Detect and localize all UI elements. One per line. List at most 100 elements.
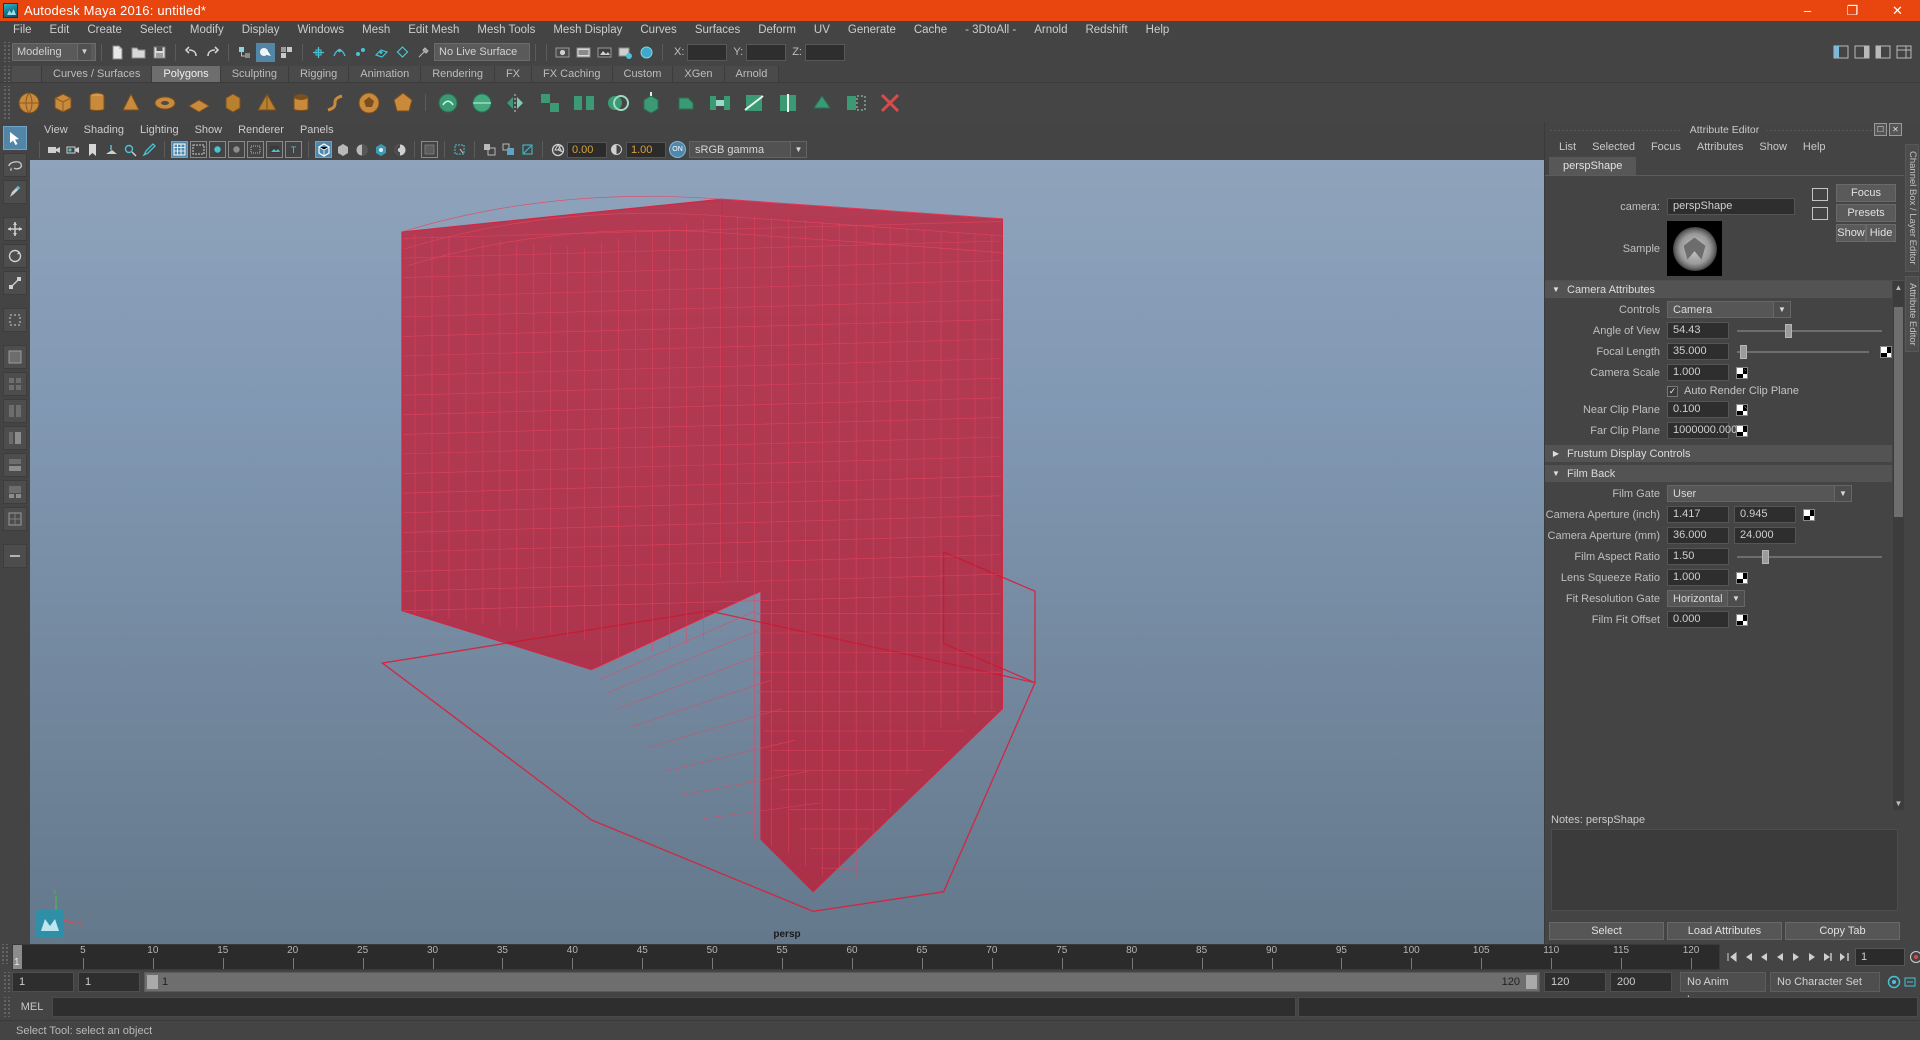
hide-button[interactable]: Hide bbox=[1866, 224, 1896, 242]
menu-mesh-tools[interactable]: Mesh Tools bbox=[468, 21, 544, 40]
new-scene-icon[interactable] bbox=[108, 43, 127, 62]
show-hide-attribute-editor-icon[interactable] bbox=[1852, 43, 1871, 62]
slider-handle[interactable] bbox=[1761, 549, 1769, 564]
camera-aperture-mm-height-field[interactable]: 24.000 bbox=[1734, 527, 1796, 544]
far-clip-connection-icon[interactable] bbox=[1736, 424, 1748, 437]
exposure-field[interactable]: 0.00 bbox=[567, 141, 607, 158]
shadows-icon[interactable] bbox=[353, 141, 370, 158]
shelf-icons-grip[interactable] bbox=[2, 85, 10, 120]
layout-single-button[interactable] bbox=[3, 345, 27, 369]
menu-file[interactable]: File bbox=[4, 21, 41, 40]
play-backwards-icon[interactable] bbox=[1772, 948, 1788, 966]
attribute-sections-scroll-area[interactable]: ▼ Camera Attributes Controls Camera ▼ An… bbox=[1545, 280, 1904, 810]
far-clip-plane-field[interactable]: 1000000.000 bbox=[1667, 422, 1737, 439]
flat-shade-icon[interactable] bbox=[228, 141, 245, 158]
xray-mode-icon[interactable] bbox=[421, 141, 438, 158]
color-management-toggle[interactable]: ON bbox=[669, 141, 686, 158]
close-panel-icon[interactable]: ✕ bbox=[1889, 123, 1902, 136]
menu-help[interactable]: Help bbox=[1137, 21, 1179, 40]
viewport-menu-panels[interactable]: Panels bbox=[292, 122, 342, 139]
shelf-tab-custom[interactable]: Custom bbox=[612, 66, 674, 82]
focus-button[interactable]: Focus bbox=[1836, 184, 1896, 202]
camera-aperture-mm-width-field[interactable]: 36.000 bbox=[1667, 527, 1729, 544]
close-button[interactable]: ✕ bbox=[1875, 0, 1920, 21]
poly-sphere-icon[interactable] bbox=[14, 88, 44, 118]
show-button[interactable]: Show bbox=[1836, 224, 1866, 242]
animation-end-field[interactable]: 200 bbox=[1610, 972, 1672, 992]
shelf-tab-animation[interactable]: Animation bbox=[349, 66, 422, 82]
view-transform-icon[interactable] bbox=[519, 141, 536, 158]
select-by-component-icon[interactable] bbox=[277, 43, 296, 62]
snap-to-grid-icon[interactable] bbox=[309, 43, 328, 62]
playback-start-field[interactable]: 1 bbox=[78, 972, 140, 992]
menu-deform[interactable]: Deform bbox=[749, 21, 805, 40]
menu-surfaces[interactable]: Surfaces bbox=[686, 21, 749, 40]
shelf-tab-fx-caching[interactable]: FX Caching bbox=[532, 66, 613, 82]
y-coordinate-field[interactable] bbox=[746, 43, 787, 61]
menu-mesh-display[interactable]: Mesh Display bbox=[544, 21, 631, 40]
select-by-hierarchy-icon[interactable] bbox=[235, 43, 254, 62]
boolean-mesh-icon[interactable] bbox=[603, 88, 633, 118]
maximize-button[interactable]: ❐ bbox=[1830, 0, 1875, 21]
poly-pyramid-icon[interactable] bbox=[252, 88, 282, 118]
menu-create[interactable]: Create bbox=[78, 21, 131, 40]
insert-edge-loop-icon[interactable] bbox=[773, 88, 803, 118]
poly-prism-icon[interactable] bbox=[218, 88, 248, 118]
save-scene-icon[interactable] bbox=[150, 43, 169, 62]
contrast-icon[interactable] bbox=[608, 141, 625, 158]
menu-uv[interactable]: UV bbox=[805, 21, 839, 40]
lens-squeeze-ratio-field[interactable]: 1.000 bbox=[1667, 569, 1729, 586]
character-set-selector[interactable]: No Character Set bbox=[1770, 972, 1880, 992]
section-film-back[interactable]: ▼ Film Back bbox=[1545, 465, 1892, 482]
grease-pencil-icon[interactable] bbox=[141, 141, 158, 158]
minimize-button[interactable]: – bbox=[1785, 0, 1830, 21]
textured-icon[interactable] bbox=[266, 141, 283, 158]
scrollbar-thumb[interactable] bbox=[1894, 307, 1903, 517]
ipr-render-icon[interactable] bbox=[595, 43, 614, 62]
command-output[interactable] bbox=[1298, 997, 1918, 1017]
lens-squeeze-connection-icon[interactable] bbox=[1736, 571, 1748, 584]
mirror-mesh-icon[interactable] bbox=[501, 88, 531, 118]
side-tab-attribute-editor[interactable]: Attribute Editor bbox=[1905, 275, 1919, 353]
lasso-tool-button[interactable] bbox=[3, 153, 27, 177]
viewport-menu-view[interactable]: View bbox=[36, 122, 76, 139]
smooth-shade-selected-icon[interactable] bbox=[209, 141, 226, 158]
shelf-tab-arnold[interactable]: Arnold bbox=[724, 66, 780, 82]
section-camera-attributes[interactable]: ▼ Camera Attributes bbox=[1545, 281, 1892, 298]
show-hide-tool-settings-icon[interactable] bbox=[1873, 43, 1892, 62]
image-plane-icon[interactable] bbox=[103, 141, 120, 158]
extrude-icon[interactable] bbox=[637, 88, 667, 118]
use-all-lights-icon[interactable] bbox=[315, 141, 332, 158]
layout-persp-graph-button[interactable] bbox=[3, 480, 27, 504]
ae-menu-focus[interactable]: Focus bbox=[1643, 138, 1689, 156]
auto-keyframe-toggle-icon[interactable] bbox=[1886, 973, 1902, 991]
focal-length-connection-icon[interactable] bbox=[1880, 345, 1892, 358]
scale-tool-button[interactable] bbox=[3, 271, 27, 295]
film-fit-offset-connection-icon[interactable] bbox=[1736, 613, 1748, 626]
near-clip-plane-field[interactable]: 0.100 bbox=[1667, 401, 1729, 418]
bridge-icon[interactable] bbox=[705, 88, 735, 118]
anim-layer-selector[interactable]: No Anim Layer bbox=[1680, 972, 1766, 1006]
animation-preferences-button[interactable] bbox=[1902, 973, 1918, 991]
shade-options-icon[interactable] bbox=[247, 141, 264, 158]
combine-mesh-icon[interactable] bbox=[535, 88, 565, 118]
menu-3dtoall[interactable]: - 3DtoAll - bbox=[956, 21, 1025, 40]
load-attributes-button[interactable]: Load Attributes bbox=[1667, 922, 1782, 940]
x-coordinate-field[interactable] bbox=[687, 43, 728, 61]
menu-cache[interactable]: Cache bbox=[905, 21, 956, 40]
camera-select-icon[interactable] bbox=[46, 141, 63, 158]
shelf-tab-fx[interactable]: FX bbox=[494, 66, 533, 82]
rotate-tool-button[interactable] bbox=[3, 244, 27, 268]
layout-two-pane-button[interactable] bbox=[3, 399, 27, 423]
film-gate-dropdown[interactable]: User ▼ bbox=[1667, 485, 1852, 502]
layout-outliner-persp-button[interactable] bbox=[3, 426, 27, 450]
fit-resolution-gate-dropdown[interactable]: Horizontal ▼ bbox=[1667, 590, 1745, 607]
command-line-grip[interactable] bbox=[2, 997, 10, 1017]
last-tool-used-button[interactable] bbox=[3, 308, 27, 332]
redo-icon[interactable] bbox=[203, 43, 222, 62]
color-transform-selector[interactable]: sRGB gamma ▼ bbox=[689, 141, 807, 158]
menu-arnold[interactable]: Arnold bbox=[1025, 21, 1076, 40]
delete-edge-icon[interactable] bbox=[875, 88, 905, 118]
layout-hypershade-button[interactable] bbox=[3, 453, 27, 477]
side-tab-channel-box[interactable]: Channel Box / Layer Editor bbox=[1905, 144, 1919, 272]
